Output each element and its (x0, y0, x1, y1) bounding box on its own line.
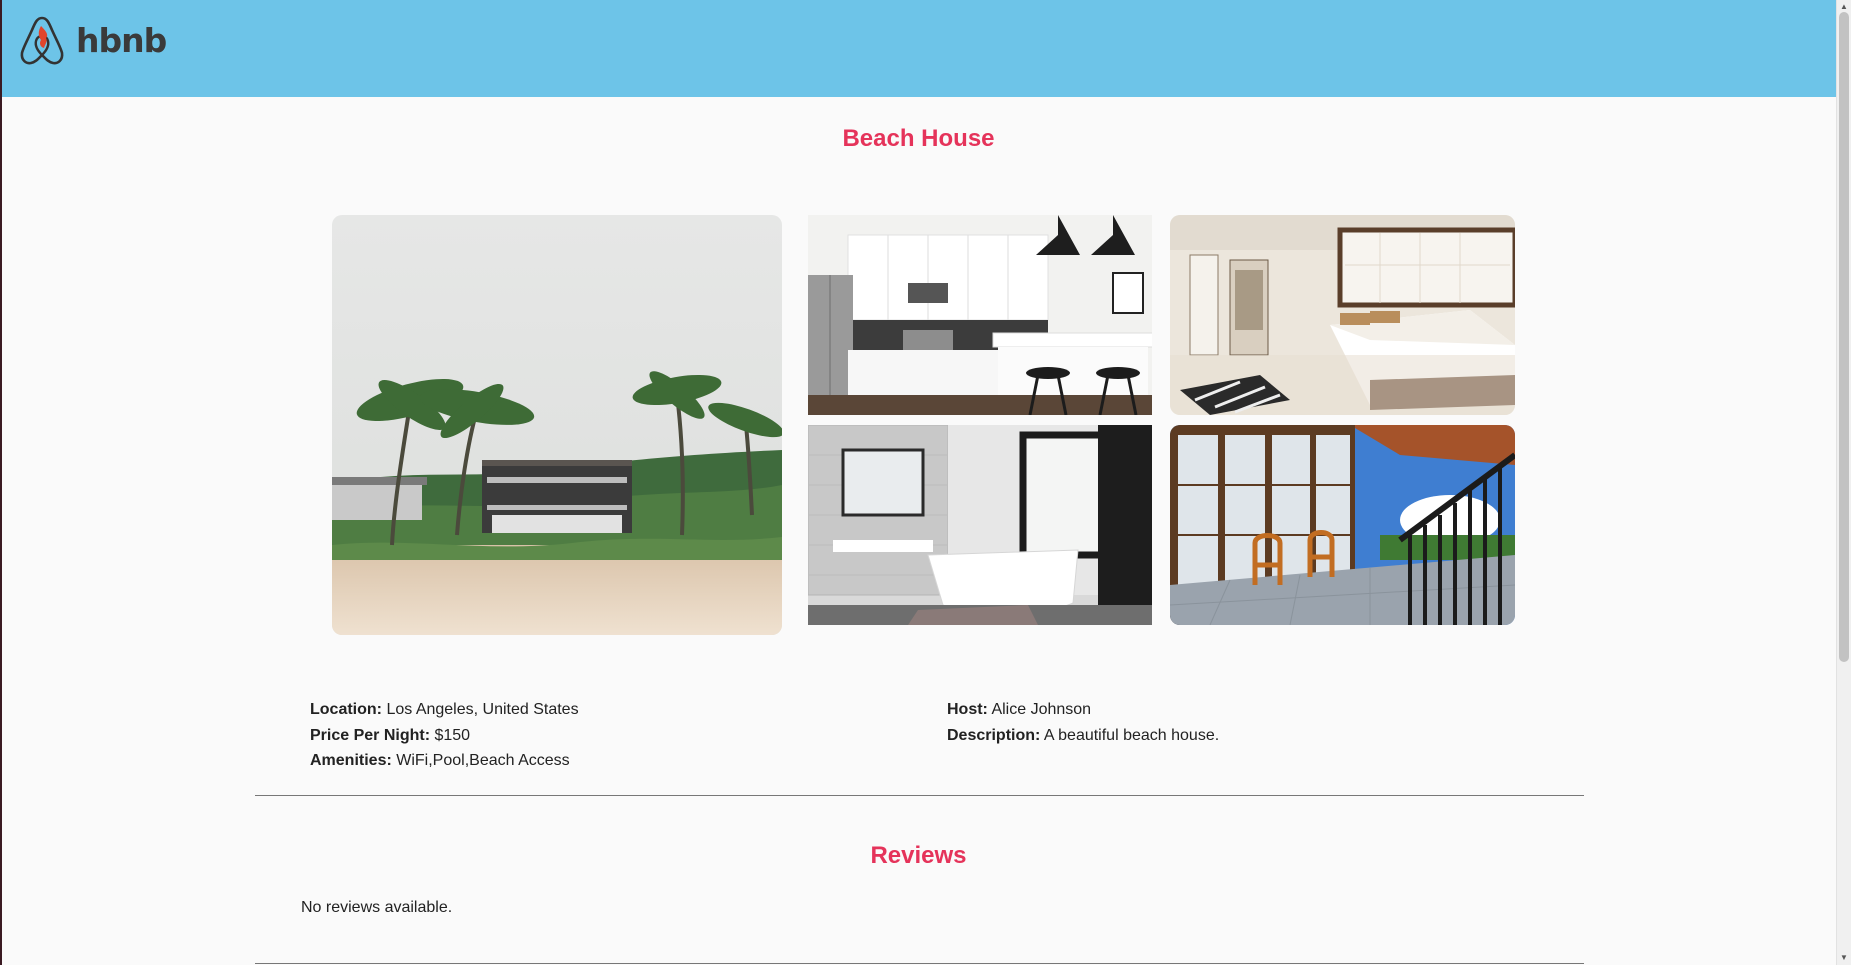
photo-bedroom[interactable] (1170, 215, 1515, 415)
section-divider (255, 795, 1584, 796)
place-details-right: Host: Alice Johnson Description: A beaut… (947, 697, 1219, 748)
location-row: Location: Los Angeles, United States (310, 697, 579, 723)
host-value: Alice Johnson (991, 701, 1092, 718)
description-label: Description: (947, 726, 1041, 744)
description-row: Description: A beautiful beach house. (947, 723, 1219, 749)
logo-text: hbnb (76, 20, 167, 60)
host-row: Host: Alice Johnson (947, 697, 1219, 723)
section-divider (255, 963, 1584, 964)
description-value: A beautiful beach house. (1043, 726, 1220, 744)
location-label: Location: (310, 701, 382, 718)
page-title: Beach House (842, 125, 995, 152)
location-value: Los Angeles, United States (386, 701, 579, 718)
scroll-down-arrow-icon[interactable]: ▼ (1837, 951, 1851, 965)
price-label: Price Per Night: (310, 726, 431, 744)
no-reviews-text: No reviews available. (301, 899, 453, 916)
main-photo-beach-house[interactable] (332, 215, 782, 635)
price-row: Price Per Night: $150 (310, 723, 579, 749)
vertical-scrollbar[interactable]: ▲ ▼ (1836, 0, 1851, 965)
top-header: hbnb (2, 0, 1837, 97)
amenities-label: Amenities: (310, 752, 392, 769)
amenities-value: WiFi,Pool,Beach Access (396, 752, 570, 769)
host-label: Host: (947, 701, 988, 718)
photo-bathroom[interactable] (808, 425, 1152, 625)
place-details-left: Location: Los Angeles, United States Pri… (310, 697, 579, 774)
hbnb-logo-icon (20, 16, 64, 65)
reviews-heading: Reviews (870, 842, 967, 869)
amenities-row: Amenities: WiFi,Pool,Beach Access (310, 748, 579, 774)
photo-kitchen[interactable] (808, 215, 1152, 415)
logo[interactable]: hbnb (18, 14, 167, 66)
scrollbar-thumb[interactable] (1839, 12, 1849, 662)
photo-balcony[interactable] (1170, 425, 1515, 625)
price-value: $150 (434, 726, 471, 744)
